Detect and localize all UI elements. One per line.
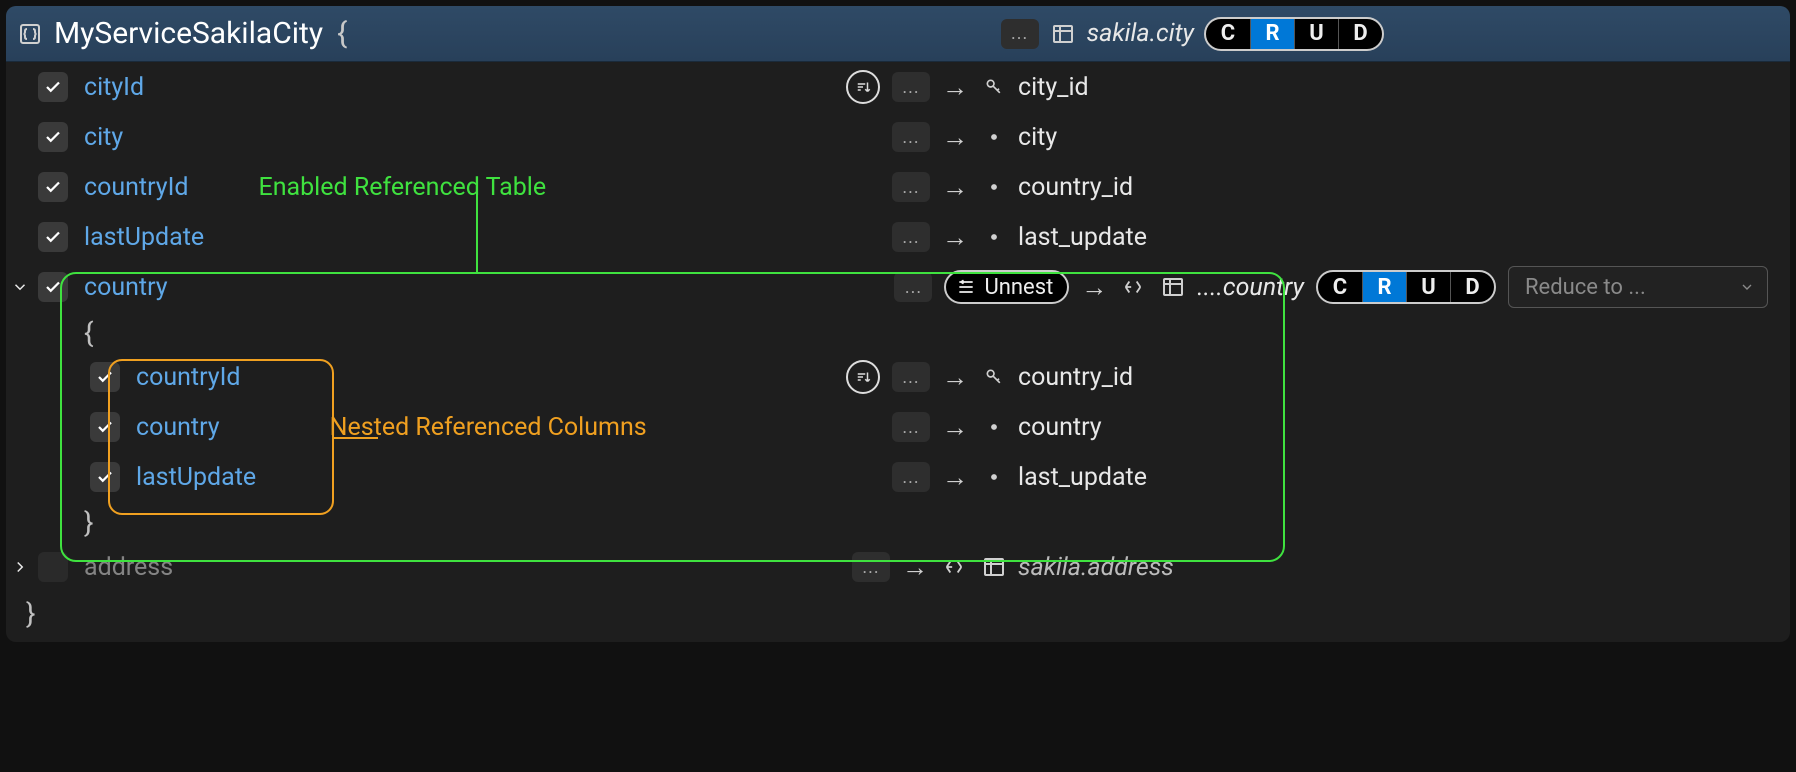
dot-icon: [980, 463, 1008, 491]
sort-icon[interactable]: [846, 70, 880, 104]
arrow-icon: →: [1081, 272, 1107, 303]
header-table-name: sakila.city: [1087, 19, 1194, 48]
field-checkbox[interactable]: [38, 72, 68, 102]
reduce-placeholder: Reduce to ...: [1525, 275, 1646, 300]
field-options-btn[interactable]: ...: [892, 172, 930, 202]
key-icon: [980, 363, 1008, 391]
service-close-brace: }: [6, 592, 1790, 634]
field-options-btn[interactable]: ...: [892, 412, 930, 442]
ref-table-name: sakila.address: [1018, 553, 1174, 582]
db-column: country_id: [1018, 363, 1133, 392]
field-options-btn[interactable]: ...: [892, 462, 930, 492]
service-header: MyServiceSakilaCity { ... sakila.city C …: [6, 6, 1790, 62]
arrow-icon: →: [942, 122, 968, 153]
table-icon: [1049, 20, 1077, 48]
db-column: city: [1018, 123, 1057, 152]
crud-c[interactable]: C: [1318, 272, 1362, 302]
dot-icon: [980, 223, 1008, 251]
dot-icon: [980, 173, 1008, 201]
annotation-nested-cols: Nested Referenced Columns: [330, 413, 647, 442]
field-row: lastUpdate ... → last_update: [6, 212, 1790, 262]
nested-open-brace: {: [6, 312, 1790, 352]
arrow-icon: →: [942, 222, 968, 253]
crud-u[interactable]: U: [1294, 19, 1338, 49]
sort-icon[interactable]: [846, 360, 880, 394]
db-column: country_id: [1018, 173, 1133, 202]
field-checkbox[interactable]: [38, 172, 68, 202]
crud-d[interactable]: D: [1450, 272, 1494, 302]
field-checkbox[interactable]: [38, 552, 68, 582]
arrow-icon: →: [942, 172, 968, 203]
braces-icon: [16, 20, 44, 48]
field-name[interactable]: cityId: [84, 73, 144, 102]
field-row: countryId Enabled Referenced Table ... →…: [6, 162, 1790, 212]
ref-name[interactable]: address: [84, 553, 173, 582]
dot-icon: [980, 413, 1008, 441]
db-column: last_update: [1018, 223, 1147, 252]
arrow-icon: →: [942, 462, 968, 493]
field-options-btn[interactable]: ...: [852, 552, 890, 582]
field-name[interactable]: city: [84, 123, 123, 152]
nested-field-row: lastUpdate ... → last_update: [6, 452, 1790, 502]
ref-table-name: ....country: [1197, 273, 1304, 302]
ref-name[interactable]: country: [84, 273, 168, 302]
field-checkbox[interactable]: [38, 222, 68, 252]
nested-close-brace: }: [6, 502, 1790, 542]
nested-field-row: countryId ... → country_id: [6, 352, 1790, 402]
ref-row-country: country ... Unnest → ....country: [6, 262, 1790, 312]
arrow-icon: →: [902, 552, 928, 583]
open-brace: {: [337, 16, 347, 51]
crud-d[interactable]: D: [1338, 19, 1382, 49]
crud-toggle[interactable]: C R U D: [1316, 270, 1496, 304]
field-name[interactable]: lastUpdate: [84, 223, 204, 252]
relation-icon: [940, 553, 968, 581]
arrow-icon: →: [942, 362, 968, 393]
field-checkbox[interactable]: [38, 122, 68, 152]
field-name[interactable]: countryId: [84, 173, 189, 202]
crud-r[interactable]: R: [1362, 272, 1406, 302]
field-options-btn[interactable]: ...: [892, 72, 930, 102]
field-checkbox[interactable]: [90, 362, 120, 392]
ref-row-address: address ... → sakila.address: [6, 542, 1790, 592]
arrow-icon: →: [942, 72, 968, 103]
field-checkbox[interactable]: [90, 462, 120, 492]
crud-r[interactable]: R: [1250, 19, 1294, 49]
field-name[interactable]: countryId: [136, 363, 241, 392]
field-row: cityId ... → city_id: [6, 62, 1790, 112]
unnest-label: Unnest: [984, 275, 1053, 300]
annotation-enabled-ref: Enabled Referenced Table: [259, 173, 547, 202]
db-column: country: [1018, 413, 1102, 442]
chevron-down-icon[interactable]: [10, 277, 30, 297]
db-column: city_id: [1018, 73, 1089, 102]
relation-icon: [1119, 273, 1147, 301]
unnest-button[interactable]: Unnest: [944, 270, 1069, 304]
reduce-to-select[interactable]: Reduce to ...: [1508, 266, 1768, 308]
crud-u[interactable]: U: [1406, 272, 1450, 302]
key-icon: [980, 73, 1008, 101]
field-options-btn[interactable]: ...: [892, 362, 930, 392]
crud-c[interactable]: C: [1206, 19, 1250, 49]
field-name[interactable]: lastUpdate: [136, 463, 256, 492]
field-options-btn[interactable]: ...: [892, 122, 930, 152]
field-options-btn[interactable]: ...: [894, 272, 932, 302]
table-icon: [980, 553, 1008, 581]
field-checkbox[interactable]: [90, 412, 120, 442]
field-name[interactable]: country: [136, 413, 220, 442]
field-row: city ... → city: [6, 112, 1790, 162]
field-options-btn[interactable]: ...: [892, 222, 930, 252]
table-icon: [1159, 273, 1187, 301]
db-column: last_update: [1018, 463, 1147, 492]
header-options-btn[interactable]: ...: [1001, 19, 1039, 49]
chevron-right-icon[interactable]: [10, 557, 30, 577]
arrow-icon: →: [942, 412, 968, 443]
nested-field-row: country Nested Referenced Columns ... → …: [6, 402, 1790, 452]
dot-icon: [980, 123, 1008, 151]
service-title: MyServiceSakilaCity: [54, 16, 323, 51]
crud-toggle[interactable]: C R U D: [1204, 17, 1384, 51]
field-checkbox[interactable]: [38, 272, 68, 302]
